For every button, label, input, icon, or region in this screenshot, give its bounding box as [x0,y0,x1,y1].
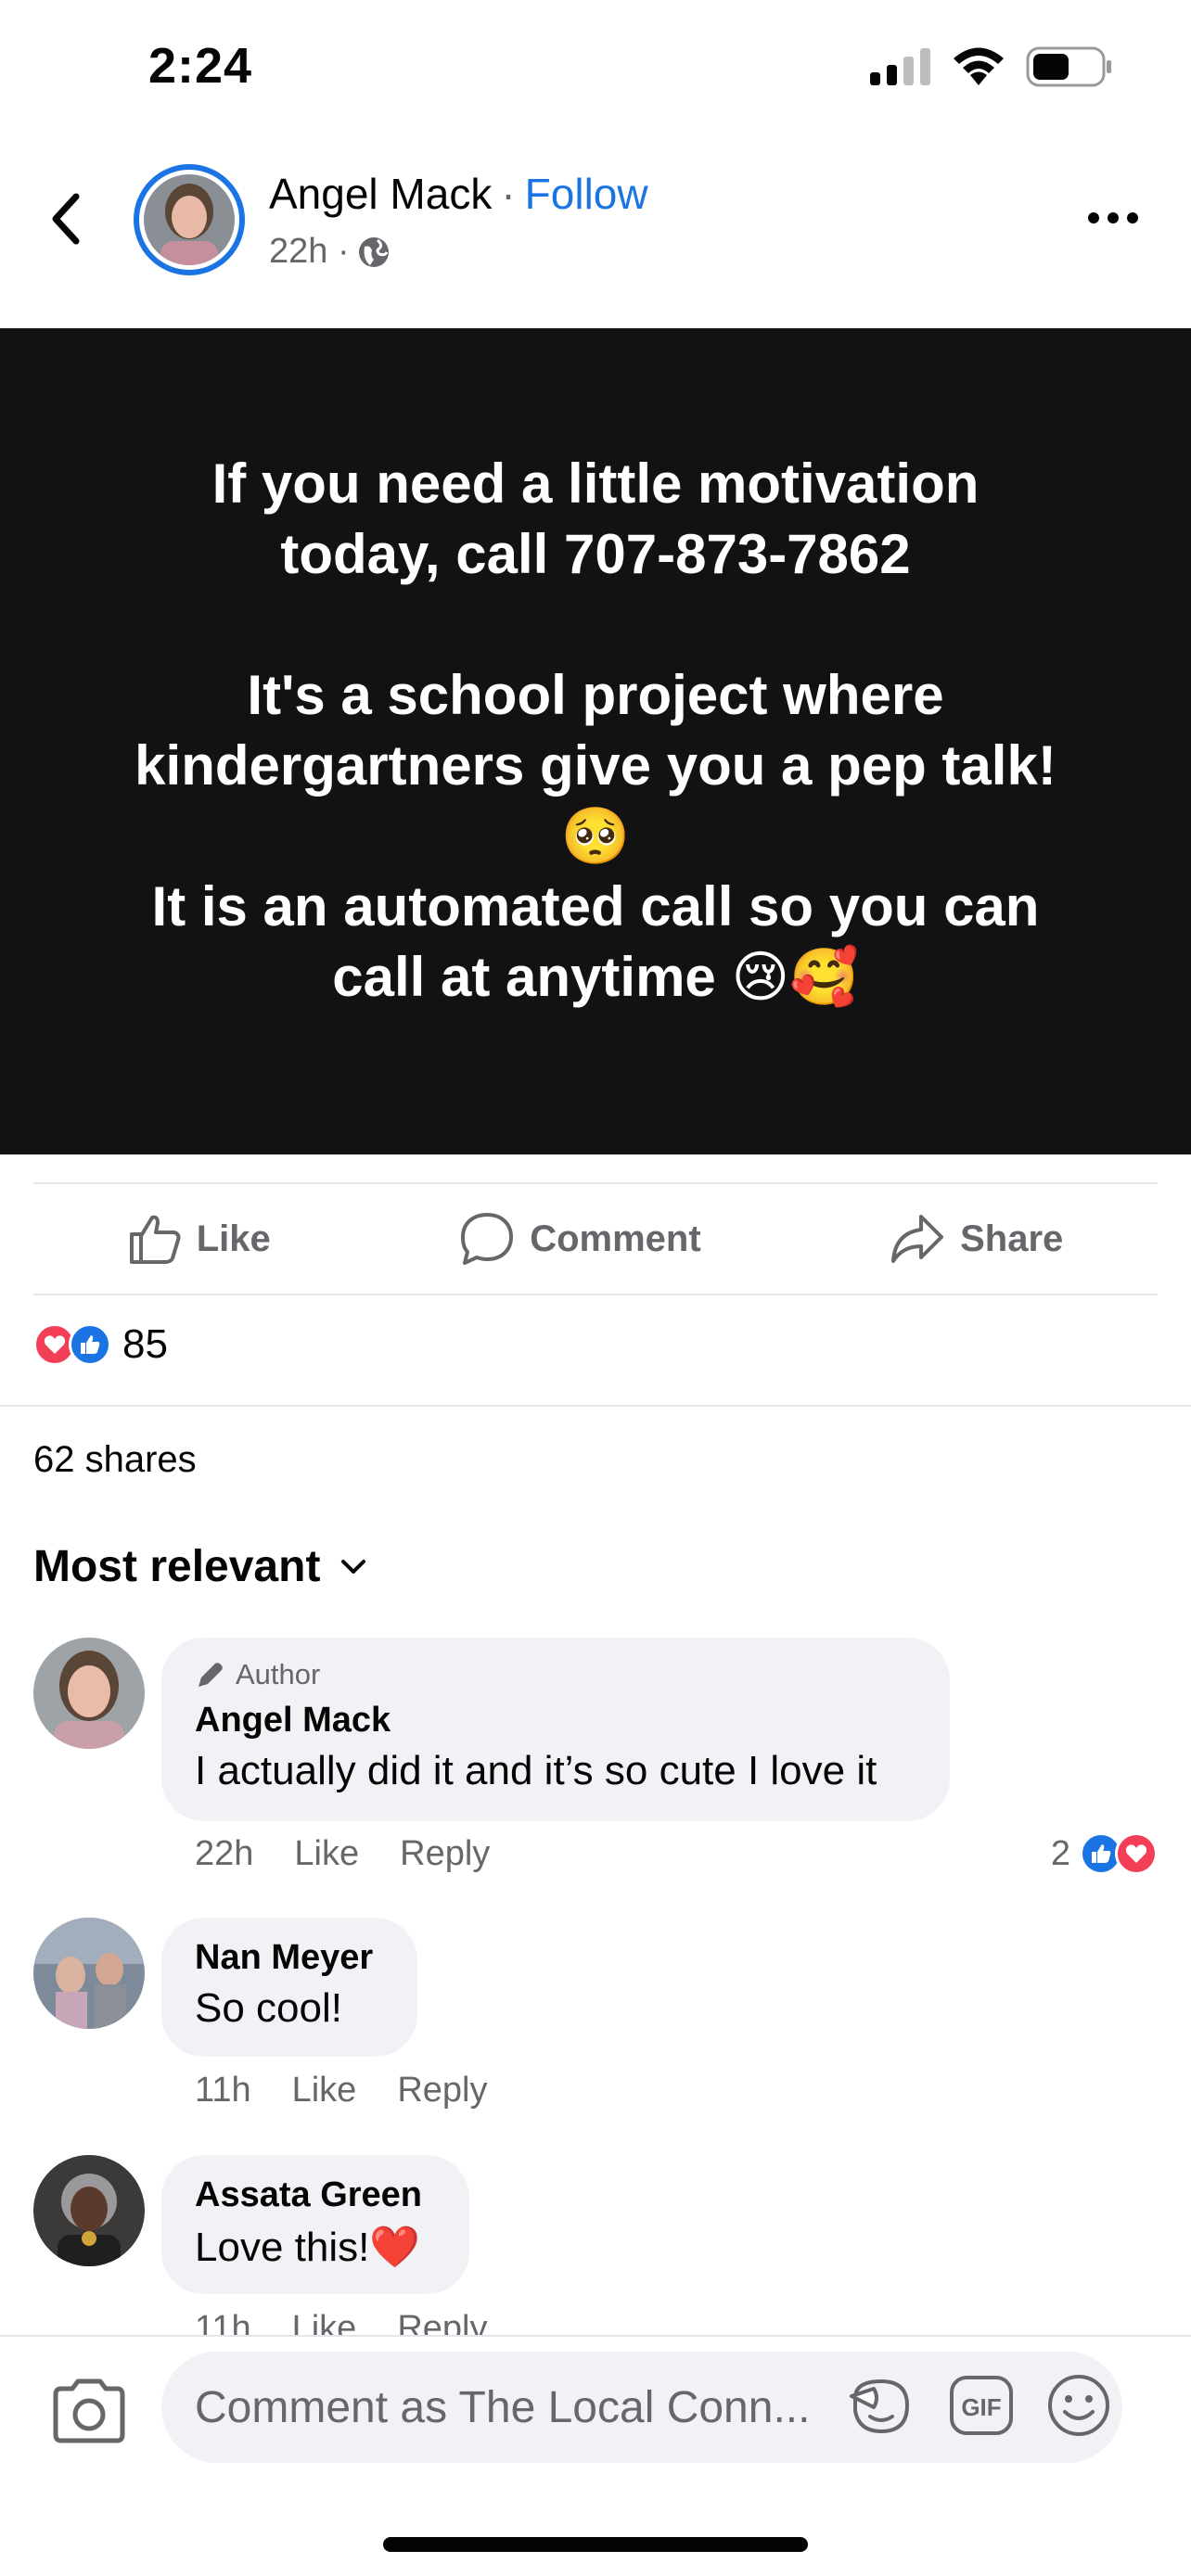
post-line: call at anytime 😢🥰 [332,946,859,1008]
comment-actions: 11h Like Reply [195,2071,487,2111]
svg-text:GIF: GIF [961,2393,1001,2421]
author-avatar[interactable] [134,164,245,275]
sticker-icon[interactable] [846,2370,916,2441]
separator: · [501,170,516,218]
comment-text: Love this!❤️ [195,2225,421,2270]
post-time: 22h · [269,232,350,271]
post-actions: Like Comment Share [33,1184,1158,1294]
commenter-avatar[interactable] [33,1638,145,1749]
post-line: today, call 707-873-7862 [280,523,911,585]
post-line: It is an automated call so you can [151,875,1040,937]
gif-icon[interactable]: GIF [948,2374,1015,2437]
camera-button[interactable] [50,2376,128,2446]
avatar [144,174,235,265]
share-label: Share [960,1218,1064,1259]
status-icons [870,46,1113,87]
author-badge: Author [195,1658,916,1691]
divider [33,1294,1158,1295]
comment-sort-dropdown[interactable]: Most relevant [33,1541,366,1592]
comment-like-button[interactable]: Like [292,2071,357,2111]
comment-bubble: Author Angel Mack I actually did it and … [161,1638,950,1821]
more-icon [1088,212,1138,223]
camera-icon [53,2378,125,2443]
reaction-summary[interactable]: 85 [33,1321,168,1368]
comment-like-button[interactable]: Like [294,1834,359,1874]
pencil-icon [198,1663,223,1687]
composer-icons: GIF [846,2370,1111,2441]
comment-reply-button[interactable]: Reply [397,2071,487,2111]
wifi-icon [954,47,1004,85]
battery-icon [1026,46,1111,87]
emoji-icon[interactable] [1046,2373,1111,2438]
post-meta: 22h · [269,232,391,272]
comment-bubble: Nan Meyer So cool! [161,1918,417,2057]
status-time: 2:24 [148,38,253,94]
comment-reactions[interactable]: 2 [1051,1832,1158,1875]
follow-button[interactable]: Follow [525,169,648,219]
back-button[interactable] [37,182,93,256]
sort-label: Most relevant [33,1542,321,1591]
like-label: Like [196,1218,271,1259]
comment-reply-button[interactable]: Reply [400,1834,490,1874]
share-button[interactable]: Share [890,1213,1063,1265]
comment-author[interactable]: Assata Green [195,2175,436,2215]
post-author-line: Angel Mack · Follow [269,169,648,219]
post-line: kindergartners give you a pep talk! [134,734,1057,797]
back-icon [52,193,80,245]
comment-text: So cool! [195,1985,342,2031]
comment-author[interactable]: Angel Mack [195,1701,916,1741]
chevron-down-icon [341,1559,366,1574]
comment-input-placeholder: Comment as The Local Conn... [195,2382,811,2432]
divider [0,1405,1191,1407]
comment-time: 11h [195,2071,251,2110]
globe-icon [358,236,389,267]
comment-label: Comment [530,1218,701,1259]
like-reaction-icon [69,1323,111,1366]
comment-reaction-count: 2 [1050,1833,1070,1873]
comment-bubble: Assata Green Love this!❤️ [161,2155,469,2294]
comment-time: 22h [195,1834,254,1873]
post-line: 🥺 [560,805,631,867]
comment-button[interactable]: Comment [459,1211,701,1267]
comment-actions: 22h Like Reply [195,1834,490,1874]
commenter-avatar[interactable] [33,1918,145,2029]
like-button[interactable]: Like [128,1212,271,1266]
author-name[interactable]: Angel Mack [269,169,492,219]
post-text: If you need a little motivation today, c… [56,449,1135,1013]
post-line: It's a school project where [247,664,944,726]
home-indicator[interactable] [383,2537,808,2552]
share-icon [891,1215,944,1263]
reaction-count: 85 [122,1321,168,1367]
like-icon [129,1215,181,1264]
more-options-button[interactable] [1076,190,1150,246]
love-reaction-icon [1115,1832,1158,1875]
share-count[interactable]: 62 shares [33,1439,197,1481]
post-line: If you need a little motivation [211,453,980,515]
author-badge-label: Author [236,1658,321,1690]
comment-text: I actually did it and it’s so cute I lov… [195,1748,877,1793]
signal-icon [870,48,930,85]
comment-icon [461,1213,514,1265]
commenter-avatar[interactable] [33,2155,145,2266]
comment-author[interactable]: Nan Meyer [195,1938,384,1978]
